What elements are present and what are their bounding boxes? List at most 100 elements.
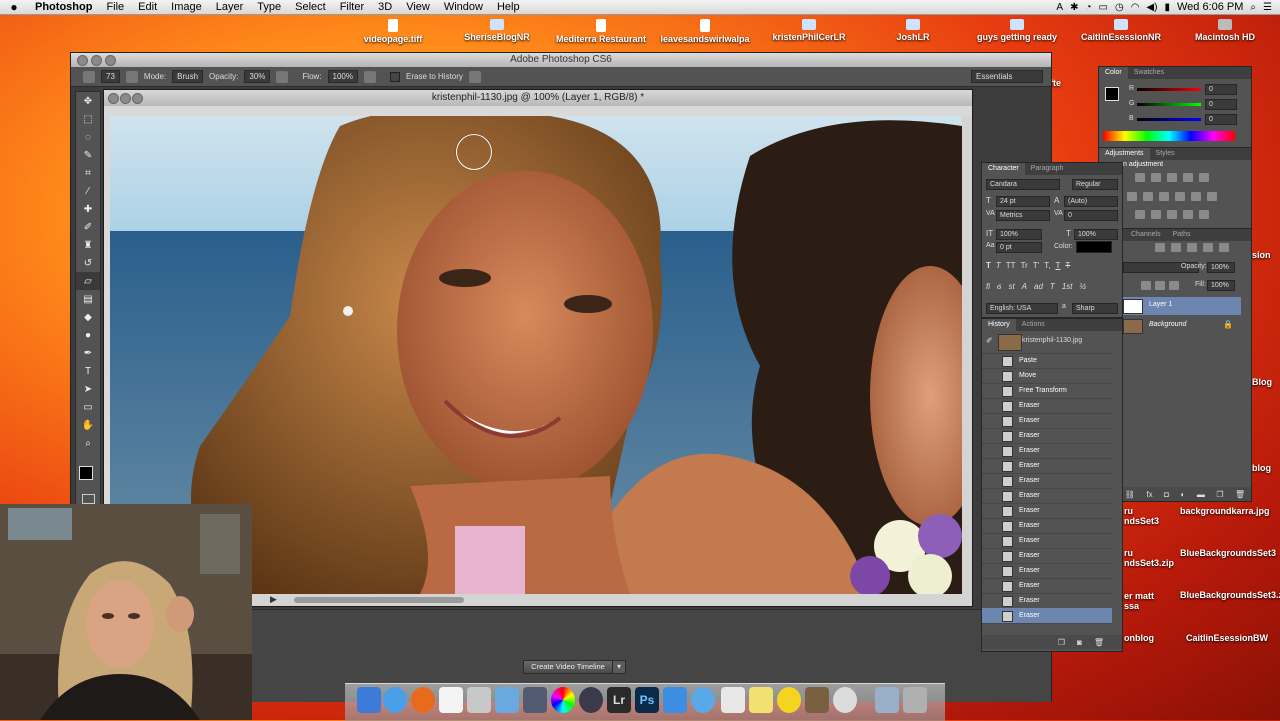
brush-tool-icon[interactable]: ✐ [76,218,100,236]
history-step[interactable]: Eraser [982,563,1112,579]
erase-history-checkbox[interactable] [390,71,400,82]
desktop-icon[interactable]: Macintosh HD [1170,19,1280,42]
desktop-icon-label[interactable]: blog [1252,463,1271,473]
pressure-size-icon[interactable] [468,70,481,83]
fractions-button[interactable]: ½ [1079,282,1086,291]
channel-b-slider[interactable] [1137,118,1201,121]
layer-name[interactable]: Background [1149,321,1186,328]
old-style-button[interactable]: ϭ [997,282,1001,291]
tracking-field[interactable]: 0 [1064,210,1118,221]
desktop-icon[interactable]: kristenPhilCerLR [754,19,864,42]
notification-icon[interactable]: ☰ [1263,2,1272,13]
small-caps-button[interactable]: Tr [1021,261,1028,270]
all-caps-button[interactable]: TT [1006,261,1016,270]
desktop-icon-label[interactable]: Blog [1252,377,1272,387]
clock[interactable]: Wed 6:06 PM [1177,1,1243,13]
new-document-from-state-icon[interactable]: ❐ [1058,638,1065,647]
tab-character[interactable]: Character [982,163,1025,175]
apple-menu-icon[interactable]: ● [0,0,28,14]
desktop-icon-label[interactable]: BlueBackgroundsSet3 [1180,548,1276,558]
layer-filter-icon[interactable] [1155,243,1165,252]
volume-icon[interactable]: ◀) [1146,2,1157,13]
type-tool-icon[interactable]: T [76,362,100,380]
history-step[interactable]: Eraser [982,428,1112,444]
tab-paths[interactable]: Paths [1167,229,1197,241]
tab-actions[interactable]: Actions [1016,319,1051,331]
channel-mixer-icon[interactable] [1191,192,1201,201]
clone-stamp-icon[interactable]: ♜ [76,236,100,254]
spotlight-icon[interactable]: ⌕ [1250,2,1256,13]
desktop-icon-label[interactable]: sion [1252,250,1271,260]
layer-style-icon[interactable]: fx [1146,490,1152,499]
layer-row[interactable]: Background 🔒 [1119,317,1241,335]
menu-select[interactable]: Select [288,1,333,13]
history-step[interactable]: Eraser [982,518,1112,534]
tab-swatches[interactable]: Swatches [1128,67,1170,79]
cyberduck-icon[interactable] [777,687,801,713]
history-step[interactable]: Eraser [982,503,1112,519]
quick-mask-icon[interactable] [82,494,95,504]
pressure-opacity-icon[interactable] [276,70,289,83]
close-button[interactable] [77,55,88,66]
airbrush-icon[interactable] [364,70,376,83]
desktop-icon-label[interactable]: er matt [1124,591,1154,601]
menu-type[interactable]: Type [250,1,288,13]
text-color-swatch[interactable] [1076,241,1112,253]
subscript-button[interactable]: T, [1044,261,1050,270]
desktop-icon[interactable]: SheriseBlogNR [442,19,552,42]
desktop-icon-label[interactable]: ndsSet3 [1124,516,1159,526]
brightness-icon[interactable] [1135,173,1145,182]
photoshop-icon[interactable]: Ps [635,687,659,713]
channel-r-slider[interactable] [1137,88,1201,91]
new-group-icon[interactable]: ▬ [1197,490,1205,499]
pen-tool-icon[interactable]: ✒ [76,344,100,362]
ligatures-button[interactable]: fi [986,282,990,291]
document-tab[interactable]: kristenphil-1130.jpg @ 100% (Layer 1, RG… [104,90,972,106]
history-step[interactable]: Eraser [982,458,1112,474]
layer-name[interactable]: Layer 1 [1149,301,1172,308]
vibrance-icon[interactable] [1199,173,1209,182]
horizontal-scale-field[interactable]: 100% [1074,229,1118,240]
underline-button[interactable]: T [1055,261,1060,270]
lock-pixels-icon[interactable] [1141,281,1151,290]
vertical-scale-field[interactable]: 100% [996,229,1042,240]
channel-b-field[interactable]: 0 [1205,114,1237,125]
battery-icon[interactable]: ▮ [1164,2,1170,13]
zoom-button[interactable] [105,55,116,66]
preview-icon[interactable] [467,687,491,713]
black-white-icon[interactable] [1159,192,1169,201]
tab-history[interactable]: History [982,319,1016,331]
kerning-field[interactable]: Metrics [996,210,1050,221]
new-snapshot-icon[interactable]: ◙ [1077,638,1082,647]
aperture-icon[interactable] [579,687,603,713]
language-select[interactable]: English: USA [986,303,1058,314]
opacity-field[interactable]: 30% [244,70,271,83]
menu-edit[interactable]: Edit [131,1,164,13]
brush-size-picker[interactable]: 73 [101,70,120,83]
play-icon[interactable]: ▶ [270,594,277,605]
stickies-icon[interactable] [749,687,773,713]
star-app-icon[interactable] [805,687,829,713]
tab-styles[interactable]: Styles [1150,148,1181,160]
posterize-icon[interactable] [1151,210,1161,219]
color-balance-icon[interactable] [1143,192,1153,201]
eraser-tool-icon[interactable]: ▱ [76,272,100,290]
channel-r-field[interactable]: 0 [1205,84,1237,95]
desktop-icon[interactable]: Mediterra Restaurant [546,19,656,44]
desktop-icon-label[interactable]: ssa [1124,601,1139,611]
exposure-icon[interactable] [1183,173,1193,182]
zoom-tool-icon[interactable]: ⌕ [76,434,100,452]
mail-icon[interactable] [495,687,519,713]
move-tool-icon[interactable]: ✥ [76,92,100,110]
hue-sat-icon[interactable] [1127,192,1137,201]
mode-select[interactable]: Brush [172,70,204,83]
menu-layer[interactable]: Layer [209,1,251,13]
photo-filter-icon[interactable] [1175,192,1185,201]
gradient-tool-icon[interactable]: ▤ [76,290,100,308]
app-store-icon[interactable] [663,687,687,713]
layer-row[interactable]: Layer 1 [1119,297,1241,315]
font-family-select[interactable]: Candara [986,179,1060,190]
dodge-tool-icon[interactable]: ● [76,326,100,344]
lightroom-icon[interactable]: Lr [607,687,631,713]
photo-booth-icon[interactable] [551,687,575,713]
